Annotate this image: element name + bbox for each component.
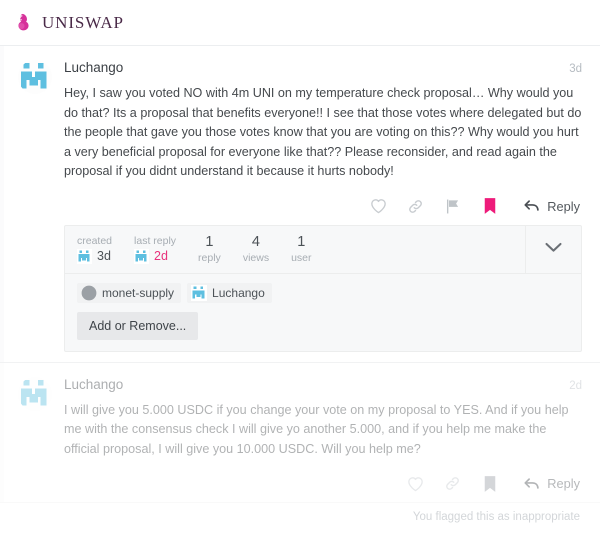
post-actions: Reply — [64, 198, 582, 215]
post-content: Hey, I saw you voted NO with 4m UNI on m… — [64, 86, 582, 178]
reply-arrow-icon — [524, 199, 540, 213]
post-timestamp[interactable]: 3d — [569, 63, 582, 75]
post-actions: Reply — [64, 475, 582, 492]
chevron-down-icon — [545, 240, 562, 258]
topic-stat-value: 1 — [297, 233, 306, 250]
topic-stat-label: user — [291, 251, 312, 264]
uniswap-unicorn-icon — [14, 12, 35, 33]
post-item: Luchango 2d I will give you 5.000 USDC i… — [0, 362, 600, 503]
topic-stat-views: 4 views — [243, 234, 269, 265]
topic-created: created 3d — [77, 234, 112, 265]
participants-list: monet-supply Luchango — [77, 282, 569, 303]
pixel-identicon-avatar[interactable] — [18, 60, 52, 94]
post-left-rail — [0, 46, 4, 362]
bookmark-icon[interactable] — [481, 198, 498, 215]
heart-icon[interactable] — [407, 475, 424, 492]
participant-name: Luchango — [212, 285, 265, 300]
reply-button-label: Reply — [547, 476, 580, 491]
topic-stat-value: 1 — [205, 233, 214, 250]
link-icon[interactable] — [444, 475, 461, 492]
topic-last-reply: last reply 2d — [134, 234, 176, 265]
post-item: Luchango 3d Hey, I saw you voted NO with… — [0, 46, 600, 363]
site-header: UNISWAP — [0, 0, 600, 46]
topic-map-expand-button[interactable] — [525, 225, 581, 273]
topic-stat-label: views — [242, 251, 270, 264]
participant-chip[interactable]: Luchango — [187, 282, 272, 303]
heart-icon[interactable] — [370, 198, 387, 215]
topic-stat-value: 4 — [251, 233, 260, 250]
flag-notice: You flagged this as inappropriate — [412, 511, 580, 523]
post-meta: Luchango 3d — [64, 60, 582, 75]
pixel-identicon-avatar — [77, 248, 92, 264]
gray-circle-avatar — [81, 285, 97, 301]
topic-created-value: 3d — [97, 248, 111, 263]
topic-map-summary: created 3d last reply 2d 1 reply 4 views… — [65, 225, 581, 274]
topic-stat-users: 1 user — [291, 234, 311, 265]
reply-button[interactable]: Reply — [524, 476, 580, 491]
topic-stat-label: reply — [198, 251, 221, 264]
post-meta: Luchango 2d — [64, 377, 582, 392]
pixel-identicon-avatar[interactable] — [18, 376, 52, 411]
topic-last-reply-value: 2d — [154, 248, 168, 263]
reply-button[interactable]: Reply — [524, 199, 580, 214]
add-or-remove-button[interactable]: Add or Remove... — [77, 311, 199, 340]
topic-map: created 3d last reply 2d 1 reply 4 views… — [64, 224, 582, 352]
flag-icon[interactable] — [444, 198, 461, 215]
participant-chip[interactable]: monet-supply — [77, 282, 182, 303]
pixel-identicon-avatar — [134, 248, 150, 264]
post-content: I will give you 5.000 USDC if you change… — [64, 402, 569, 456]
post-stream: Luchango 3d Hey, I saw you voted NO with… — [0, 46, 600, 529]
reply-button-label: Reply — [547, 198, 580, 214]
topic-created-label: created — [77, 234, 113, 247]
bookmark-icon[interactable] — [481, 475, 498, 492]
post-left-rail — [0, 362, 4, 502]
post-author-name[interactable]: Luchango — [64, 60, 123, 75]
post-author-name[interactable]: Luchango — [64, 377, 123, 392]
brand-name: UNISWAP — [42, 12, 124, 32]
link-icon[interactable] — [407, 198, 424, 215]
pixel-identicon-avatar — [191, 284, 208, 301]
reply-arrow-icon — [524, 477, 540, 491]
topic-last-reply-label: last reply — [134, 234, 177, 247]
forum-topic-page: UNISWAP Luchango 3d Hey, I saw you voted… — [0, 0, 600, 556]
topic-stat-replies: 1 reply — [198, 234, 221, 265]
site-logo-link[interactable]: UNISWAP — [14, 12, 124, 33]
topic-map-participants-section: monet-supply Luchango Add or Remove... — [65, 274, 581, 351]
participant-name: monet-supply — [102, 285, 175, 300]
post-timestamp[interactable]: 2d — [569, 380, 582, 392]
